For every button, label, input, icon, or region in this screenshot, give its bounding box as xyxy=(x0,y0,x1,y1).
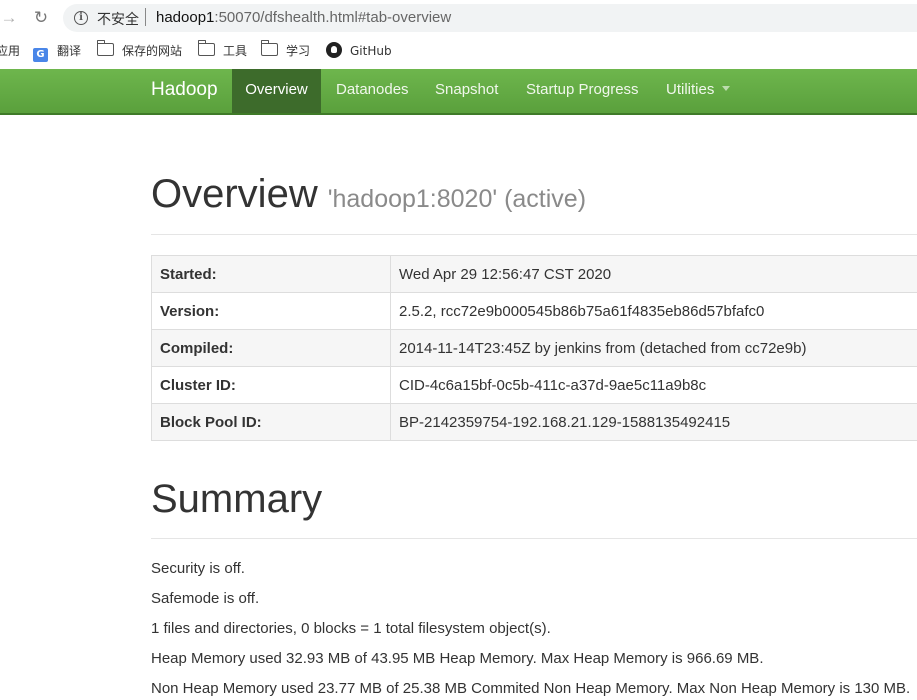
url-host: hadoop1 xyxy=(156,9,215,26)
bookmark-label: 应用 xyxy=(0,44,21,58)
tab-snapshot[interactable]: Snapshot xyxy=(435,69,498,113)
tab-datanodes[interactable]: Datanodes xyxy=(336,69,409,113)
url-separator xyxy=(145,8,146,26)
bookmark-github[interactable]: GitHub xyxy=(326,42,392,60)
tab-overview[interactable]: Overview xyxy=(232,69,321,113)
folder-icon xyxy=(260,40,278,56)
reload-icon[interactable]: ↻ xyxy=(30,7,52,29)
table-row: Cluster ID: CID-4c6a15bf-0c5b-411c-a37d-… xyxy=(151,366,917,404)
summary-title: Summary xyxy=(151,477,323,521)
back-arrow-icon[interactable]: → xyxy=(0,7,20,29)
table-row: Compiled: 2014-11-14T23:45Z by jenkins f… xyxy=(151,329,917,367)
security-status: Security is off. xyxy=(151,560,245,577)
hadoop-navbar: Hadoop Overview Datanodes Snapshot Start… xyxy=(0,69,917,115)
insecure-label[interactable]: 不安全 xyxy=(97,9,139,29)
row-key: Compiled: xyxy=(151,329,391,367)
tab-utilities-label: Utilities xyxy=(666,81,715,98)
info-icon[interactable]: i xyxy=(74,11,88,25)
bookmark-label: GitHub xyxy=(350,44,392,58)
bookmark-label: 翻译 xyxy=(57,44,82,58)
bookmark-study[interactable]: 学习 xyxy=(260,40,311,60)
translate-icon: G xyxy=(33,48,48,62)
bookmark-tools[interactable]: 工具 xyxy=(197,40,248,60)
overview-table: Started: Wed Apr 29 12:56:47 CST 2020 Ve… xyxy=(151,255,917,441)
summary-header: Summary xyxy=(151,477,917,539)
folder-icon xyxy=(96,40,114,56)
table-row: Started: Wed Apr 29 12:56:47 CST 2020 xyxy=(151,255,917,293)
row-value: BP-2142359754-192.168.21.129-15881354924… xyxy=(390,403,917,441)
row-key: Block Pool ID: xyxy=(151,403,391,441)
github-icon xyxy=(326,42,342,58)
folder-icon xyxy=(197,40,215,56)
browser-address-bar: → ↻ i 不安全 hadoop1:50070/dfshealth.html#t… xyxy=(0,0,917,36)
brand-logo[interactable]: Hadoop xyxy=(151,69,218,113)
row-key: Started: xyxy=(151,255,391,293)
row-key: Cluster ID: xyxy=(151,366,391,404)
table-row: Version: 2.5.2, rcc72e9b000545b86b75a61f… xyxy=(151,292,917,330)
page-title: Overview xyxy=(151,172,318,216)
bookmark-apps[interactable]: 应用 xyxy=(0,42,20,60)
filesystem-objects: 1 files and directories, 0 blocks = 1 to… xyxy=(151,620,551,637)
bookmark-label: 工具 xyxy=(223,44,248,58)
bookmark-label: 保存的网站 xyxy=(122,44,183,58)
non-heap-memory: Non Heap Memory used 23.77 MB of 25.38 M… xyxy=(151,680,911,697)
heap-memory: Heap Memory used 32.93 MB of 43.95 MB He… xyxy=(151,650,764,667)
row-value: 2.5.2, rcc72e9b000545b86b75a61f4835eb86d… xyxy=(390,292,917,330)
bookmark-translate[interactable]: G 翻译 xyxy=(33,42,82,62)
row-value: 2014-11-14T23:45Z by jenkins from (detac… xyxy=(390,329,917,367)
overview-header: Overview 'hadoop1:8020' (active) xyxy=(151,172,917,235)
tab-startup-progress[interactable]: Startup Progress xyxy=(526,69,639,113)
bookmarks-bar: 应用 G 翻译 保存的网站 工具 学习 GitHub xyxy=(0,36,917,66)
row-value: Wed Apr 29 12:56:47 CST 2020 xyxy=(390,255,917,293)
caret-down-icon xyxy=(722,86,731,91)
namenode-subtitle: 'hadoop1:8020' (active) xyxy=(327,185,587,213)
row-value: CID-4c6a15bf-0c5b-411c-a37d-9ae5c11a9b8c xyxy=(390,366,917,404)
safemode-status: Safemode is off. xyxy=(151,590,260,607)
bookmark-label: 学习 xyxy=(286,44,311,58)
url-path: :50070/dfshealth.html#tab-overview xyxy=(214,9,452,26)
url-text[interactable]: hadoop1:50070/dfshealth.html#tab-overvie… xyxy=(156,9,451,26)
table-row: Block Pool ID: BP-2142359754-192.168.21.… xyxy=(151,403,917,441)
row-key: Version: xyxy=(151,292,391,330)
tab-utilities[interactable]: Utilities xyxy=(666,69,731,113)
bookmark-saved-sites[interactable]: 保存的网站 xyxy=(96,40,183,60)
url-field[interactable]: i 不安全 hadoop1:50070/dfshealth.html#tab-o… xyxy=(63,4,917,32)
